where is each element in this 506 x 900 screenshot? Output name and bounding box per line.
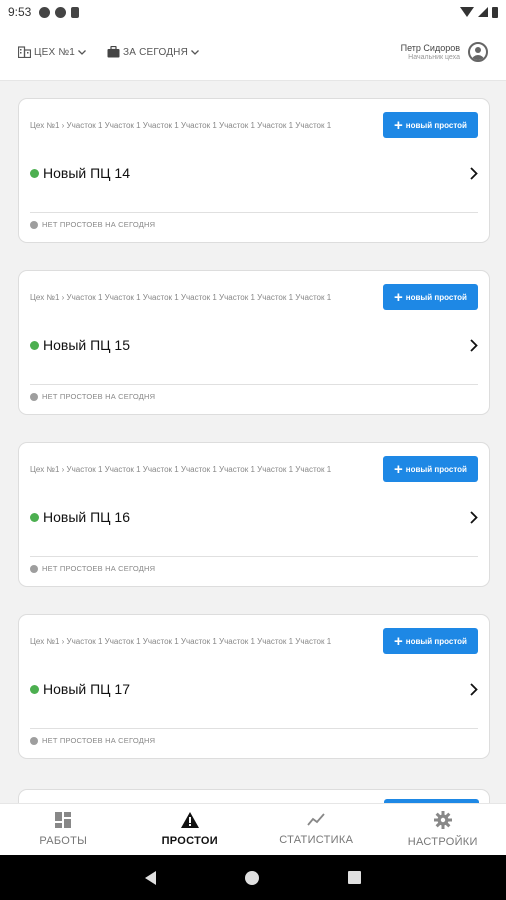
- status-bar: 9:53: [0, 0, 506, 24]
- breadcrumb: Цех №1 › Участок 1 Участок 1 Участок 1 У…: [30, 465, 332, 474]
- divider: [30, 384, 478, 385]
- new-downtime-label: новый простой: [405, 464, 467, 474]
- user-profile[interactable]: Петр Сидоров Начальник цеха: [401, 42, 488, 62]
- status-dot-icon: [30, 564, 38, 573]
- status-text: НЕТ ПРОСТОЕВ НА СЕГОДНЯ: [42, 220, 156, 229]
- plus-icon: +: [394, 632, 403, 650]
- plus-icon: +: [394, 116, 403, 134]
- divider: [30, 556, 478, 557]
- plus-icon: +: [394, 288, 403, 306]
- notification-b-icon: [55, 6, 67, 18]
- card-title-row[interactable]: Новый ПЦ 14: [30, 163, 478, 183]
- wifi-icon: [460, 7, 474, 17]
- new-downtime-label: новый простой: [405, 120, 467, 130]
- system-nav-bar: [0, 855, 506, 900]
- breadcrumb: Цех №1 › Участок 1 Участок 1 Участок 1 У…: [30, 293, 332, 302]
- chevron-down-icon: [191, 49, 199, 55]
- account-icon[interactable]: [468, 42, 488, 62]
- downtime-card: Цех №1 › Участок 1 Участок 1 Участок 1 У…: [18, 614, 490, 759]
- status-dot-icon: [30, 736, 38, 745]
- divider: [30, 212, 478, 213]
- status-dot-icon: [30, 168, 39, 178]
- new-downtime-button[interactable]: + новый простой: [383, 284, 478, 310]
- nav-label: РАБОТЫ: [39, 835, 88, 847]
- card-title-row[interactable]: Новый ПЦ 16: [30, 507, 478, 527]
- divider: [30, 728, 478, 729]
- period-filter[interactable]: ЗА СЕГОДНЯ: [107, 46, 202, 58]
- card-title: Новый ПЦ 15: [43, 337, 130, 353]
- status-time: 9:53: [8, 5, 32, 19]
- new-downtime-label: новый простой: [405, 292, 467, 302]
- card-title: Новый ПЦ 14: [43, 165, 130, 181]
- status-row: НЕТ ПРОСТОЕВ НА СЕГОДНЯ: [30, 736, 155, 745]
- new-downtime-button[interactable]: + новый простой: [383, 456, 478, 482]
- breadcrumb: Цех №1 › Участок 1 Участок 1 Участок 1 У…: [30, 121, 332, 130]
- workshop-filter[interactable]: ЦЕХ №1: [18, 46, 89, 58]
- card-title-row[interactable]: Новый ПЦ 15: [30, 335, 478, 355]
- gear-icon: [433, 811, 452, 829]
- app-header: ЦЕХ №1 ЗА СЕГОДНЯ Петр Сидоров Начальник…: [0, 24, 506, 81]
- user-name: Петр Сидоров: [400, 43, 460, 53]
- battery-icon: [492, 6, 498, 18]
- trending-icon: [307, 813, 325, 826]
- breadcrumb: Цех №1 › Участок 1 Участок 1 Участок 1 У…: [30, 637, 332, 646]
- plus-icon: +: [394, 460, 403, 478]
- workshop-filter-label: ЦЕХ №1: [34, 46, 76, 58]
- user-role: Начальник цеха: [408, 54, 460, 61]
- status-dot-icon: [30, 392, 38, 401]
- signal-icon: [478, 7, 488, 17]
- nav-item-settings[interactable]: НАСТРОЙКИ: [380, 804, 506, 855]
- period-filter-label: ЗА СЕГОДНЯ: [123, 46, 189, 58]
- status-dot-icon: [30, 340, 39, 350]
- building-icon: [18, 46, 31, 58]
- downtime-card: Цех №1 › Участок 1 Участок 1 Участок 1 У…: [18, 442, 490, 587]
- nav-item-downtimes[interactable]: ПРОСТОИ: [127, 804, 254, 855]
- new-downtime-button[interactable]: + новый простой: [383, 112, 478, 138]
- chevron-right-icon: [470, 166, 478, 180]
- back-icon[interactable]: [144, 870, 156, 885]
- dashboard-icon: [55, 812, 72, 828]
- status-row: НЕТ ПРОСТОЕВ НА СЕГОДНЯ: [30, 564, 155, 573]
- new-downtime-label: новый простой: [405, 636, 467, 646]
- nav-label: ПРОСТОИ: [161, 835, 218, 847]
- nav-item-statistics[interactable]: СТАТИСТИКА: [253, 804, 380, 855]
- bottom-nav: РАБОТЫ ПРОСТОИ СТАТИСТИКА НАСТРОЙКИ: [0, 803, 506, 855]
- status-dot-icon: [30, 684, 39, 694]
- new-downtime-button[interactable]: + новый простой: [383, 628, 478, 654]
- warning-icon: [180, 812, 199, 828]
- nav-label: НАСТРОЙКИ: [407, 836, 478, 848]
- nav-item-works[interactable]: РАБОТЫ: [0, 804, 127, 855]
- chevron-down-icon: [78, 49, 86, 55]
- status-row: НЕТ ПРОСТОЕВ НА СЕГОДНЯ: [30, 392, 155, 401]
- downtime-card: Цех №1 › Участок 1 Участок 1 Участок 1 У…: [18, 270, 490, 415]
- recents-icon[interactable]: [348, 871, 362, 884]
- status-dot-icon: [30, 512, 39, 522]
- sim-icon: [71, 6, 80, 18]
- notification-a-icon: [39, 6, 51, 18]
- nav-label: СТАТИСТИКА: [279, 834, 354, 846]
- card-title: Новый ПЦ 16: [43, 509, 130, 525]
- card-title: Новый ПЦ 17: [43, 681, 130, 697]
- briefcase-icon: [107, 46, 120, 58]
- chevron-right-icon: [470, 682, 478, 696]
- home-icon[interactable]: [244, 870, 259, 885]
- status-row: НЕТ ПРОСТОЕВ НА СЕГОДНЯ: [30, 220, 155, 229]
- chevron-right-icon: [470, 510, 478, 524]
- status-text: НЕТ ПРОСТОЕВ НА СЕГОДНЯ: [42, 392, 156, 401]
- status-text: НЕТ ПРОСТОЕВ НА СЕГОДНЯ: [42, 736, 156, 745]
- status-text: НЕТ ПРОСТОЕВ НА СЕГОДНЯ: [42, 564, 156, 573]
- downtime-card: Цех №1 › Участок 1 Участок 1 Участок 1 У…: [18, 98, 490, 243]
- chevron-right-icon: [470, 338, 478, 352]
- card-title-row[interactable]: Новый ПЦ 17: [30, 679, 478, 699]
- status-dot-icon: [30, 220, 38, 229]
- downtime-card-list: Цех №1 › Участок 1 Участок 1 Участок 1 У…: [18, 98, 490, 786]
